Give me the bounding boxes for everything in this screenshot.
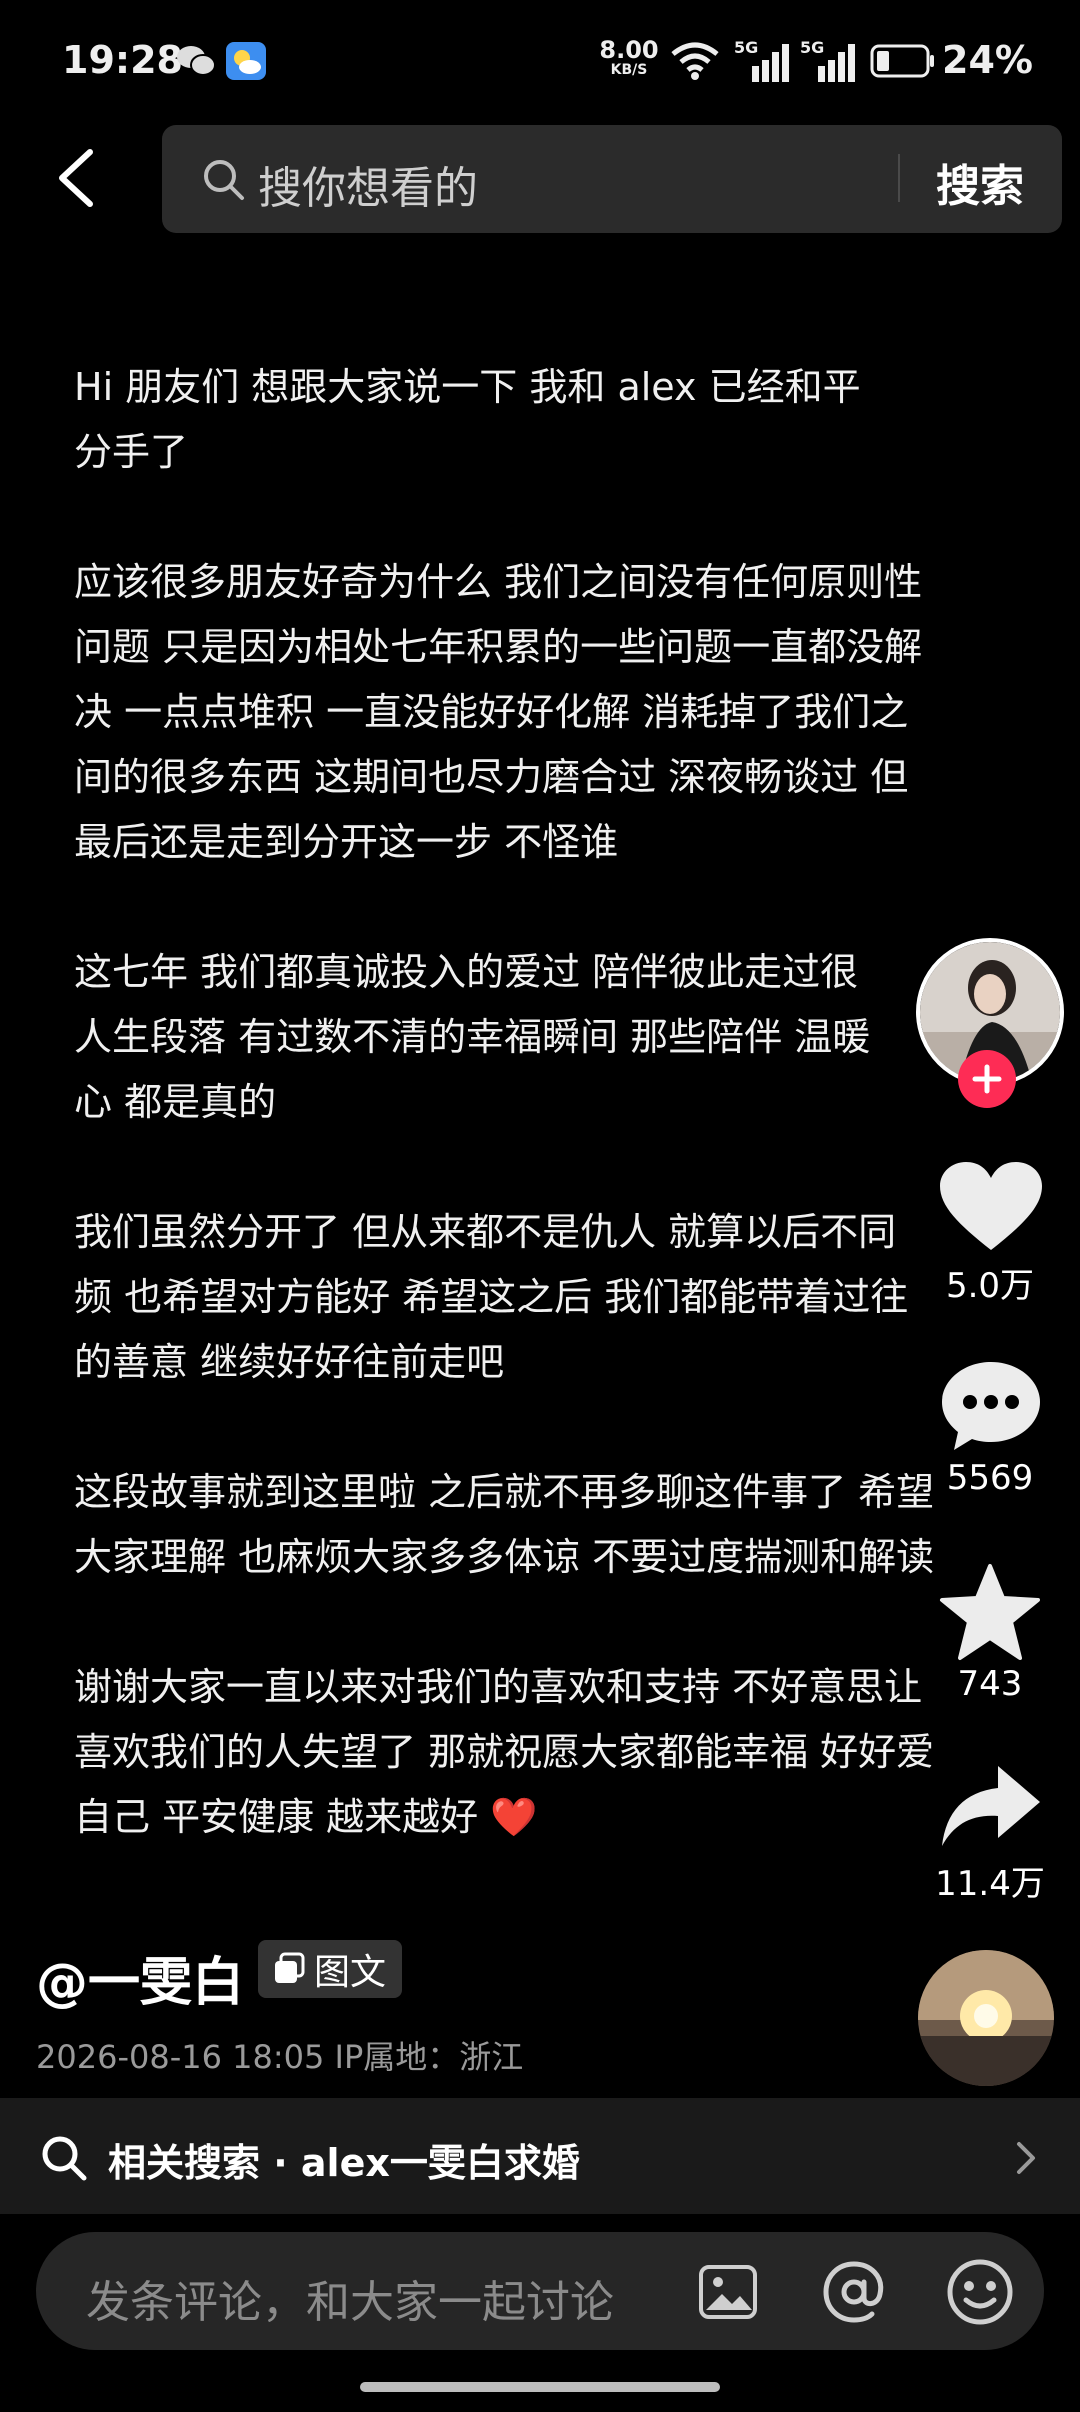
author-name[interactable]: @一雯白 — [36, 1940, 244, 2015]
signal-sim2-icon: 5G — [800, 38, 860, 82]
tag-label: 图文 — [314, 1952, 387, 1993]
weather-app-icon — [226, 42, 266, 80]
image-text-tag: 图文 — [258, 1940, 403, 1998]
share-arrow-icon[interactable] — [938, 1762, 1044, 1850]
comment-count: 5569 — [946, 1458, 1034, 1498]
like-heart-icon[interactable] — [938, 1160, 1044, 1254]
paragraph: 这段故事就到这里啦 之后就不再多聊这件事了 希望 大家理解 也麻烦大家多多体谅 … — [74, 1470, 935, 1579]
emoji-icon[interactable] — [946, 2258, 1014, 2326]
mention-at-icon[interactable] — [822, 2260, 886, 2324]
search-icon — [204, 160, 244, 200]
paragraph: 这七年 我们都真诚投入的爱过 陪伴彼此走过很 人生段落 有过数不清的幸福瞬间 那… — [74, 950, 871, 1124]
paragraph: 应该很多朋友好奇为什么 我们之间没有任何原则性 问题 只是因为相处七年积累的一些… — [74, 560, 923, 864]
chat-app-icon — [177, 46, 216, 76]
chevron-right-icon[interactable] — [1014, 2140, 1038, 2176]
gallery-icon — [275, 1952, 305, 1983]
wifi-icon — [671, 42, 719, 80]
like-count: 5.0万 — [945, 1266, 1035, 1306]
paragraph: Hi 朋友们 想跟大家说一下 我和 alex 已经和平 分手了 — [74, 365, 861, 474]
related-search-label[interactable]: 相关搜索 · alex一雯白求婚 — [108, 2132, 580, 2187]
status-bar: 19:28 8.00 KB/S 5G 5G 24% — [0, 0, 1080, 120]
post-meta: 2026-08-16 18:05 IP属地：浙江 — [36, 2038, 524, 2076]
search-input[interactable]: 搜你想看的 — [258, 152, 478, 216]
paragraph: 谢谢大家一直以来对我们的喜欢和支持 不好意思让 喜欢我们的人失望了 那就祝愿大家… — [74, 1665, 935, 1839]
signal-sim1-icon: 5G — [734, 38, 794, 82]
search-icon — [42, 2136, 87, 2181]
back-arrow-icon[interactable] — [52, 148, 102, 208]
follow-button[interactable] — [958, 1050, 1016, 1108]
search-button[interactable]: 搜索 — [936, 150, 1024, 214]
battery-icon — [870, 44, 934, 78]
paragraph: 我们虽然分开了 但从来都不是仇人 就算以后不同 频 也希望对方能好 希望这之后 … — [74, 1210, 909, 1384]
battery-percent: 24% — [942, 38, 1033, 82]
comment-input[interactable]: 发条评论，和大家一起讨论 — [86, 2266, 614, 2330]
image-picker-icon[interactable] — [698, 2264, 758, 2320]
favorite-count: 743 — [957, 1664, 1023, 1704]
post-text: Hi 朋友们 想跟大家说一下 我和 alex 已经和平 分手了 应该很多朋友好奇… — [74, 355, 1024, 1850]
share-count: 11.4万 — [935, 1864, 1045, 1904]
plus-icon — [972, 1064, 1002, 1094]
music-disc[interactable] — [918, 1950, 1054, 2086]
net-speed: 8.00 KB/S — [599, 36, 659, 78]
search-divider — [898, 154, 900, 202]
clock: 19:28 — [62, 38, 183, 82]
home-indicator[interactable] — [360, 2382, 720, 2392]
favorite-star-icon[interactable] — [938, 1562, 1042, 1662]
comment-icon[interactable] — [938, 1358, 1044, 1454]
